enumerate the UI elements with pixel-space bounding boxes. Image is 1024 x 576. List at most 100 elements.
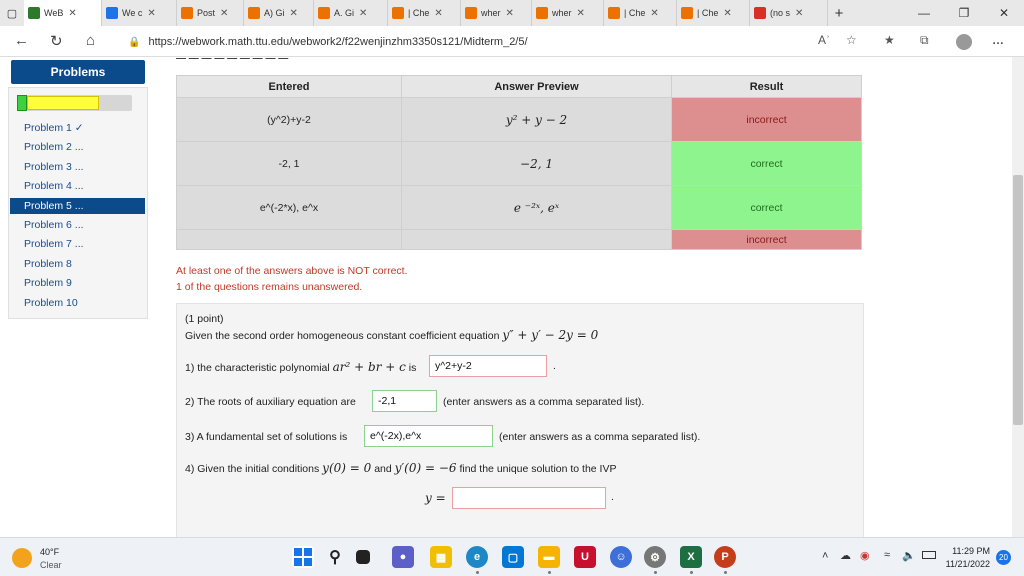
search-icon[interactable]: ⚲ — [324, 546, 346, 568]
excel-icon[interactable]: X — [680, 546, 702, 568]
browser-tab[interactable]: | Che ✕ — [388, 0, 461, 26]
sidebar-item-problem-9[interactable]: Problem 9 — [10, 275, 145, 291]
chegg-icon — [181, 7, 193, 19]
progress-correct-segment — [17, 95, 27, 111]
q4-condition-2: y′(0) = −6 — [394, 461, 457, 475]
browser-tab[interactable]: A. Gi ✕ — [314, 0, 388, 26]
search-icon — [106, 7, 118, 19]
scrollbar-thumb[interactable] — [1013, 175, 1023, 425]
wifi-icon[interactable]: ≈ — [884, 549, 890, 561]
browser-tab[interactable]: | Che ✕ — [677, 0, 750, 26]
store-icon[interactable]: ▦ — [430, 546, 452, 568]
equation: y″ + y′ − 2y = 0 — [502, 328, 599, 342]
browser-tab[interactable]: A) Gi ✕ — [244, 0, 314, 26]
browser-tab[interactable]: (no s ✕ — [750, 0, 828, 26]
tab-close-icon[interactable]: ✕ — [506, 8, 514, 19]
tab-close-icon[interactable]: ✕ — [290, 8, 298, 19]
new-tab-button[interactable]: + — [828, 5, 850, 22]
tab-label: A. Gi — [334, 8, 355, 18]
tray-app-icon[interactable]: ◉ — [860, 549, 870, 562]
result-cell: correct — [671, 185, 862, 230]
q3-answer-input[interactable]: e^(-2x),e^x — [364, 425, 493, 447]
q1-suffix: . — [553, 360, 556, 372]
q1-answer-input[interactable]: y^2+y-2 — [429, 355, 547, 377]
address-bar-row: ← ↻ ⌂ 🔒 https://webwork.math.ttu.edu/web… — [0, 26, 1024, 57]
entered-cell: e^(-2*x), e^x — [176, 185, 402, 230]
sidebar-item-problem-6[interactable]: Problem 6 ... — [10, 217, 145, 233]
sidebar-item-problem-7[interactable]: Problem 7 ... — [10, 236, 145, 252]
sidebar-item-problem-4[interactable]: Problem 4 ... — [10, 178, 145, 194]
tab-close-icon[interactable]: ✕ — [577, 8, 585, 19]
clock-time[interactable]: 11:29 PM — [948, 546, 990, 556]
restore-button[interactable]: ❐ — [944, 0, 984, 26]
chegg-icon — [392, 7, 404, 19]
weather-moon-icon[interactable] — [12, 548, 32, 568]
discord-icon[interactable]: ☺ — [610, 546, 632, 568]
tray-overflow-icon[interactable]: ˄ — [822, 550, 828, 562]
url-field[interactable]: 🔒 https://webwork.math.ttu.edu/webwork2/… — [128, 32, 868, 52]
ivp-solution-input[interactable] — [452, 487, 606, 509]
sidebar-item-problem-10[interactable]: Problem 10 — [10, 295, 145, 311]
tab-close-icon[interactable]: ✕ — [434, 8, 442, 19]
unanswered-message: 1 of the questions remains unanswered. — [176, 281, 363, 293]
weather-desc[interactable]: Clear — [40, 560, 62, 570]
cloud-icon[interactable]: ☁ — [840, 549, 851, 562]
tab-close-icon[interactable]: ✕ — [795, 8, 803, 19]
not-correct-message: At least one of the answers above is NOT… — [176, 265, 408, 277]
notification-badge[interactable]: 20 — [996, 550, 1011, 565]
home-icon[interactable]: ⌂ — [86, 32, 95, 49]
tab-close-icon[interactable]: ✕ — [68, 8, 76, 19]
column-header: Entered — [176, 75, 402, 98]
sidebar-item-problem-3[interactable]: Problem 3 ... — [10, 159, 145, 175]
app-blue-icon[interactable]: ▢ — [502, 546, 524, 568]
running-indicator — [476, 571, 479, 574]
preview-cell — [401, 229, 672, 250]
browser-tab[interactable]: We c ✕ — [102, 0, 177, 26]
tab-close-icon[interactable]: ✕ — [723, 8, 731, 19]
browser-tab[interactable]: wher ✕ — [532, 0, 604, 26]
tab-close-icon[interactable]: ✕ — [147, 8, 155, 19]
minimize-button[interactable]: — — [904, 0, 944, 26]
browser-tab[interactable]: wher ✕ — [461, 0, 532, 26]
edge-icon[interactable]: e — [466, 546, 488, 568]
settings-more-icon[interactable]: … — [992, 33, 1004, 47]
collections-icon[interactable]: ⧉ — [920, 33, 929, 48]
battery-icon[interactable] — [922, 551, 936, 559]
weather-temp[interactable]: 40°F — [40, 547, 59, 557]
sidebar-item-problem-2[interactable]: Problem 2 ... — [10, 139, 145, 155]
sidebar-item-problem-1[interactable]: Problem 1 ✓ — [10, 120, 145, 136]
tab-list: WeB ✕ We c ✕ Post ✕ A) Gi ✕ A. Gi ✕ | Che ✕ wher ✕ whe… — [24, 0, 828, 26]
sidebar-item-problem-5[interactable]: Problem 5 ... — [10, 197, 145, 214]
back-icon[interactable]: ← — [14, 32, 29, 49]
refresh-icon[interactable]: ↻ — [50, 32, 63, 50]
q2-answer-input[interactable]: -2,1 — [372, 390, 437, 412]
browser-tab[interactable]: WeB ✕ — [24, 0, 102, 26]
volume-icon[interactable]: 🔈 — [902, 549, 916, 562]
tab-close-icon[interactable]: ✕ — [650, 8, 658, 19]
file-explorer-icon[interactable]: ▬ — [538, 546, 560, 568]
tab-close-icon[interactable]: ✕ — [359, 8, 367, 19]
result-cell: correct — [671, 141, 862, 186]
tab-actions-icon[interactable]: ▢ — [0, 0, 24, 26]
table-row: (y^2)+y-2 y² + y − 2 incorrect — [176, 97, 862, 142]
sidebar-item-problem-8[interactable]: Problem 8 — [10, 256, 145, 272]
start-icon[interactable] — [292, 546, 314, 568]
progress-bar — [17, 95, 132, 111]
tab-close-icon[interactable]: ✕ — [220, 8, 228, 19]
powerpoint-icon[interactable]: P — [714, 546, 736, 568]
running-indicator — [690, 571, 693, 574]
browser-tab[interactable]: | Che ✕ — [604, 0, 677, 26]
task-view-icon[interactable] — [356, 550, 370, 564]
read-aloud-icon[interactable]: Aʾ — [818, 33, 830, 47]
favorites-icon[interactable]: ★ — [884, 33, 895, 47]
mcafee-icon[interactable]: U — [574, 546, 596, 568]
clock-date[interactable]: 11/21/2022 — [944, 559, 990, 569]
browser-tab[interactable]: Post ✕ — [177, 0, 244, 26]
favorite-star-icon[interactable]: ☆ — [846, 33, 857, 47]
profile-avatar[interactable] — [956, 34, 972, 50]
settings-gear-icon[interactable]: ⚙ — [644, 546, 666, 568]
close-window-button[interactable]: ✕ — [984, 0, 1024, 26]
tab-label: Post — [197, 8, 216, 18]
table-row: e^(-2*x), e^x e ⁻²ˣ, eˣ correct — [176, 185, 862, 230]
teams-icon[interactable]: ● — [392, 546, 414, 568]
